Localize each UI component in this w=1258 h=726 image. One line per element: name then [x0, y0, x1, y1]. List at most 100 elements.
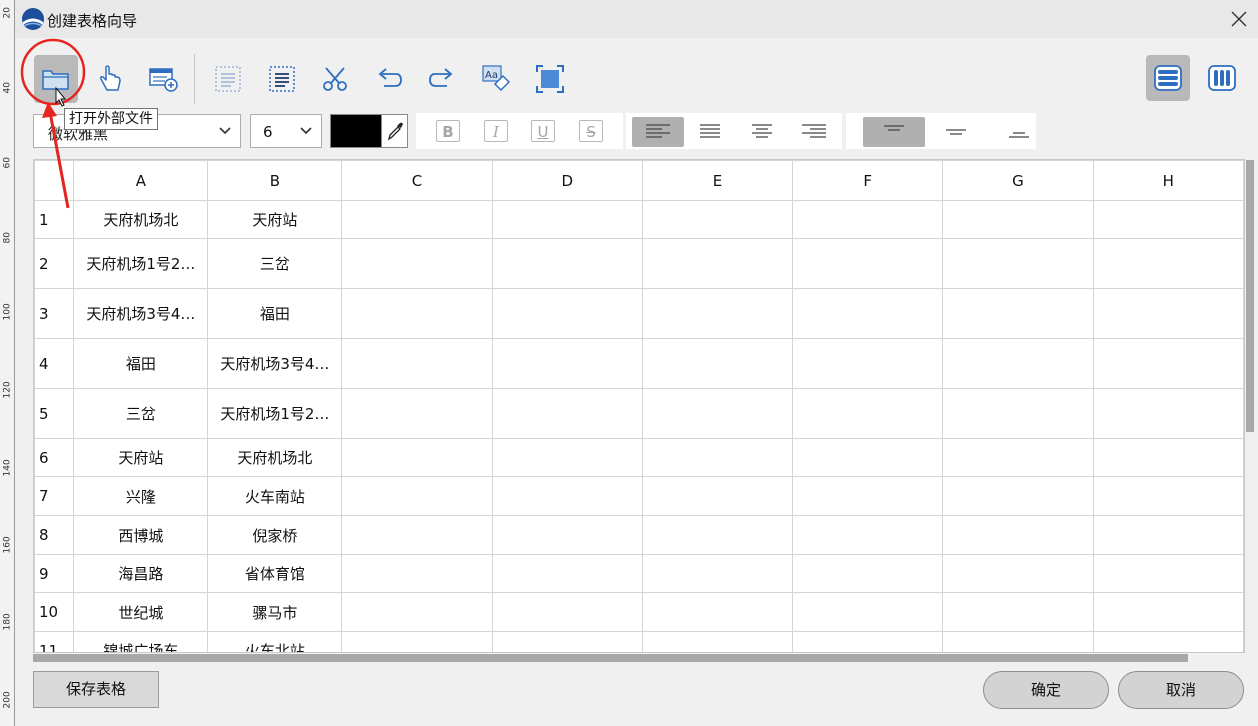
table-cell[interactable]: 天府机场1号2…	[207, 388, 343, 439]
save-table-button[interactable]: 保存表格	[33, 671, 159, 708]
select-rows-button[interactable]	[206, 55, 250, 103]
table-cell[interactable]	[792, 200, 944, 239]
column-header[interactable]: C	[341, 160, 493, 201]
table-cell[interactable]	[491, 288, 643, 339]
table-cell[interactable]	[341, 592, 493, 632]
align-justify-button[interactable]	[684, 117, 736, 147]
table-cell[interactable]: 海昌路	[73, 554, 209, 593]
table-cell[interactable]	[491, 438, 643, 477]
table-cell[interactable]	[491, 515, 643, 555]
table-cell[interactable]: 天府站	[73, 438, 209, 477]
table-cell[interactable]	[1092, 338, 1244, 389]
ok-button[interactable]: 确定	[983, 671, 1109, 709]
row-header[interactable]: 5	[34, 388, 75, 439]
table-cell[interactable]	[341, 288, 493, 339]
cancel-button[interactable]: 取消	[1118, 671, 1244, 709]
table-cell[interactable]	[792, 338, 944, 389]
valign-bottom-button[interactable]	[993, 117, 1045, 147]
table-cell[interactable]: 天府站	[207, 200, 343, 239]
table-cell[interactable]	[942, 592, 1094, 632]
table-cell[interactable]	[1092, 388, 1244, 439]
table-cell[interactable]	[1092, 515, 1244, 555]
fit-frame-button[interactable]	[528, 55, 572, 103]
row-header[interactable]: 3	[34, 288, 75, 339]
row-header[interactable]: 9	[34, 554, 75, 593]
insert-table-button[interactable]	[141, 55, 185, 103]
table-cell[interactable]	[341, 476, 493, 516]
table-cell[interactable]	[792, 238, 944, 289]
table-cell[interactable]	[792, 476, 944, 516]
table-cell[interactable]	[341, 515, 493, 555]
table-cell[interactable]	[641, 592, 794, 632]
table-cell[interactable]: 火车南站	[207, 476, 343, 516]
table-cell[interactable]	[341, 338, 493, 389]
table-cell[interactable]: 天府机场3号4…	[73, 288, 209, 339]
table-cell[interactable]: 省体育馆	[207, 554, 343, 593]
table-cell[interactable]	[1092, 592, 1244, 632]
row-header[interactable]: 7	[34, 476, 75, 516]
table-cell[interactable]	[942, 388, 1094, 439]
table-cell[interactable]	[792, 592, 944, 632]
table-cell[interactable]	[641, 631, 794, 652]
table-cell[interactable]	[792, 388, 944, 439]
table-cell[interactable]	[341, 554, 493, 593]
underline-button[interactable]: U	[531, 120, 555, 142]
table-cell[interactable]	[942, 554, 1094, 593]
font-size-select[interactable]: 6	[250, 114, 322, 148]
align-left-button[interactable]	[632, 117, 684, 147]
table-cell[interactable]	[491, 631, 643, 652]
column-header[interactable]: H	[1092, 160, 1244, 201]
table-cell[interactable]: 倪家桥	[207, 515, 343, 555]
align-center-button[interactable]	[736, 117, 788, 147]
table-cell[interactable]: 骡马市	[207, 592, 343, 632]
column-layout-button[interactable]	[1200, 55, 1244, 101]
table-cell[interactable]	[1092, 238, 1244, 289]
open-file-button[interactable]	[34, 55, 78, 103]
column-header[interactable]: A	[73, 160, 209, 201]
close-button[interactable]	[1225, 5, 1253, 33]
table-cell[interactable]	[1092, 438, 1244, 477]
table-cell[interactable]	[1092, 476, 1244, 516]
horizontal-scrollbar[interactable]	[33, 653, 1245, 663]
spreadsheet-grid[interactable]: A B C D E F G H 1 天府机场北 天府站 2 天府机场1号2… 三岔 3 天府机…	[33, 159, 1245, 653]
table-cell[interactable]	[792, 288, 944, 339]
color-picker-button[interactable]	[381, 114, 408, 148]
column-header[interactable]: D	[491, 160, 643, 201]
table-cell[interactable]	[792, 631, 944, 652]
table-cell[interactable]	[942, 338, 1094, 389]
table-cell[interactable]: 火车北站	[207, 631, 343, 652]
table-cell[interactable]	[341, 631, 493, 652]
column-header[interactable]: B	[207, 160, 343, 201]
table-cell[interactable]: 西博城	[73, 515, 209, 555]
table-cell[interactable]	[792, 554, 944, 593]
valign-middle-button[interactable]	[930, 117, 982, 147]
vertical-scroll-thumb[interactable]	[1246, 160, 1254, 432]
table-cell[interactable]: 世纪城	[73, 592, 209, 632]
row-header[interactable]: 6	[34, 438, 75, 477]
table-cell[interactable]	[641, 238, 794, 289]
table-cell[interactable]	[792, 515, 944, 555]
cut-button[interactable]	[313, 55, 357, 103]
table-cell[interactable]: 三岔	[207, 238, 343, 289]
table-cell[interactable]: 天府机场北	[207, 438, 343, 477]
table-cell[interactable]	[942, 438, 1094, 477]
table-cell[interactable]	[1092, 200, 1244, 239]
table-cell[interactable]: 锦城广场东	[73, 631, 209, 652]
table-cell[interactable]	[641, 438, 794, 477]
corner-cell[interactable]	[34, 160, 75, 201]
row-header[interactable]: 11	[34, 631, 75, 652]
table-cell[interactable]	[491, 592, 643, 632]
table-cell[interactable]	[942, 200, 1094, 239]
column-header[interactable]: E	[641, 160, 794, 201]
table-cell[interactable]: 福田	[73, 338, 209, 389]
column-header[interactable]: F	[792, 160, 944, 201]
row-header[interactable]: 10	[34, 592, 75, 632]
table-cell[interactable]: 天府机场1号2…	[73, 238, 209, 289]
table-cell[interactable]	[641, 476, 794, 516]
table-cell[interactable]	[792, 438, 944, 477]
column-header[interactable]: G	[942, 160, 1094, 201]
table-cell[interactable]	[491, 338, 643, 389]
table-cell[interactable]	[491, 200, 643, 239]
table-cell[interactable]: 天府机场3号4…	[207, 338, 343, 389]
table-cell[interactable]	[341, 438, 493, 477]
